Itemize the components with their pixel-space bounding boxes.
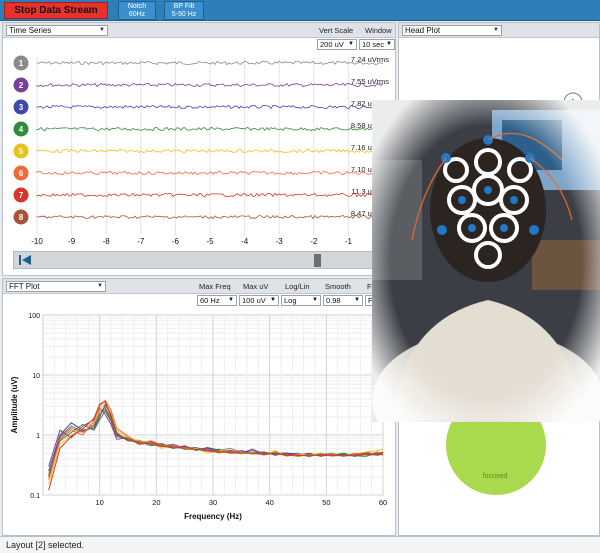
fft-select-label: FFT Plot — [9, 282, 40, 291]
channel-number: 2 — [19, 81, 24, 90]
x-tick-label: 20 — [152, 498, 160, 507]
openbci-gui-window: Stop Data Stream Notch 60Hz BP Filt 5-50… — [0, 0, 600, 553]
max-uv-dropdown[interactable]: 100 uV ▼ — [239, 295, 279, 306]
y-tick-label: 1 — [36, 433, 40, 440]
x-tick-label: -7 — [137, 237, 145, 246]
head-plot-widget-select[interactable]: Head Plot ▼ — [402, 25, 502, 36]
x-tick-label: -5 — [206, 237, 214, 246]
x-tick-label: -6 — [172, 237, 180, 246]
loglin-label: Log/Lin — [285, 282, 310, 291]
channel-number: 4 — [19, 125, 24, 134]
x-tick-label: -9 — [68, 237, 76, 246]
fft-panel: FFT Plot ▼ Max Freq Max uV Log/Lin Smoot… — [2, 278, 396, 536]
y-tick-label: 10 — [32, 373, 40, 380]
sample-counter: 547 of 703 s — [39, 248, 100, 249]
x-tick-label: 60 — [379, 498, 387, 507]
time-series-plot: -10 -9 -8 -7 -6 -5 -4 -3 -2 -1 Time (s) 547 of 703 … — [13, 55, 389, 249]
bandpass-filter-button[interactable]: BP Filt 5-50 Hz — [164, 1, 204, 20]
focus-label: focused — [482, 473, 508, 480]
time-series-widget-select[interactable]: Time Series ▼ — [6, 25, 108, 36]
head-plot-select-label: Head Plot — [405, 26, 441, 35]
channel-number: 3 — [19, 103, 24, 112]
y-tick-label: 100 — [28, 313, 40, 320]
x-tick-label: -4 — [241, 237, 249, 246]
channel-number: 7 — [19, 191, 24, 200]
x-tick-label: -8 — [103, 237, 111, 246]
eeg-headset-photo — [372, 100, 600, 422]
max-freq-dropdown[interactable]: 60 Hz ▼ — [197, 295, 237, 306]
vert-scale-label: Vert Scale — [319, 26, 354, 35]
playback-bar[interactable] — [13, 251, 393, 269]
chevron-down-icon: ▼ — [493, 27, 499, 33]
top-toolbar: Stop Data Stream Notch 60Hz BP Filt 5-50… — [0, 0, 600, 21]
channel-number: 1 — [19, 59, 24, 68]
smooth-dropdown[interactable]: 0.98 ▼ — [323, 295, 363, 306]
x-tick-label: 40 — [265, 498, 273, 507]
bp-label: BP Filt — [173, 3, 195, 10]
fft-widget-select[interactable]: FFT Plot ▼ — [6, 281, 106, 292]
chevron-down-icon: ▼ — [354, 297, 360, 303]
max-uv-label: Max uV — [243, 282, 269, 291]
eeg-headset-illustration — [372, 100, 600, 422]
notch-filter-button[interactable]: Notch 60Hz — [118, 1, 156, 20]
notch-label: Notch — [127, 3, 147, 10]
smooth-value: 0.98 — [326, 296, 341, 305]
x-tick-label: -1 — [345, 237, 353, 246]
x-tick-label: 10 — [95, 498, 103, 507]
chevron-down-icon: ▼ — [97, 283, 103, 289]
x-axis-label: Frequency (Hz) — [184, 512, 242, 521]
channel-number: 6 — [19, 169, 24, 178]
x-tick-label: 30 — [209, 498, 217, 507]
playback-scrub-handle[interactable] — [314, 254, 321, 267]
fft-header: FFT Plot ▼ Max Freq Max uV Log/Lin Smoot… — [3, 279, 395, 294]
time-series-panel: Time Series ▼ Vert Scale Window 200 uV ▼… — [2, 22, 396, 276]
chevron-down-icon: ▼ — [99, 27, 105, 33]
chevron-down-icon: ▼ — [312, 297, 318, 303]
smooth-label: Smooth — [325, 282, 351, 291]
time-series-select-label: Time Series — [9, 26, 52, 35]
x-tick-label: -3 — [276, 237, 284, 246]
status-bar: Layout [2] selected. — [0, 536, 600, 553]
chevron-down-icon: ▼ — [228, 297, 234, 303]
x-tick-label: -10 — [31, 237, 43, 246]
y-tick-label: 0.1 — [30, 493, 40, 500]
x-axis-label: Time (s) — [195, 248, 226, 249]
bp-value: 5-50 Hz — [171, 11, 197, 18]
max-freq-label: Max Freq — [199, 282, 231, 291]
x-tick-label: 50 — [322, 498, 330, 507]
loglin-value: Log — [284, 296, 297, 305]
max-freq-value: 60 Hz — [200, 296, 220, 305]
loglin-dropdown[interactable]: Log ▼ — [281, 295, 321, 306]
channel-rms-value: 7.55 uVrms — [351, 77, 389, 86]
rewind-icon[interactable] — [18, 254, 32, 266]
head-plot-header: Head Plot ▼ — [399, 23, 599, 38]
x-tick-label: -2 — [310, 237, 318, 246]
notch-value: 60Hz — [128, 11, 146, 18]
channel-rms-value: 7.24 uVrms — [351, 55, 389, 64]
channel-number: 8 — [19, 213, 24, 222]
y-axis-label: Amplitude (uV) — [10, 376, 19, 433]
channel-number: 5 — [19, 147, 24, 156]
chevron-down-icon: ▼ — [270, 297, 276, 303]
fft-chart: 0.1 1 10 100 10 20 30 40 50 60 Frequency (Hz) Ampli… — [10, 313, 387, 521]
stop-data-stream-button[interactable]: Stop Data Stream — [4, 2, 108, 19]
window-label: Window — [365, 26, 392, 35]
max-uv-value: 100 uV — [242, 296, 266, 305]
